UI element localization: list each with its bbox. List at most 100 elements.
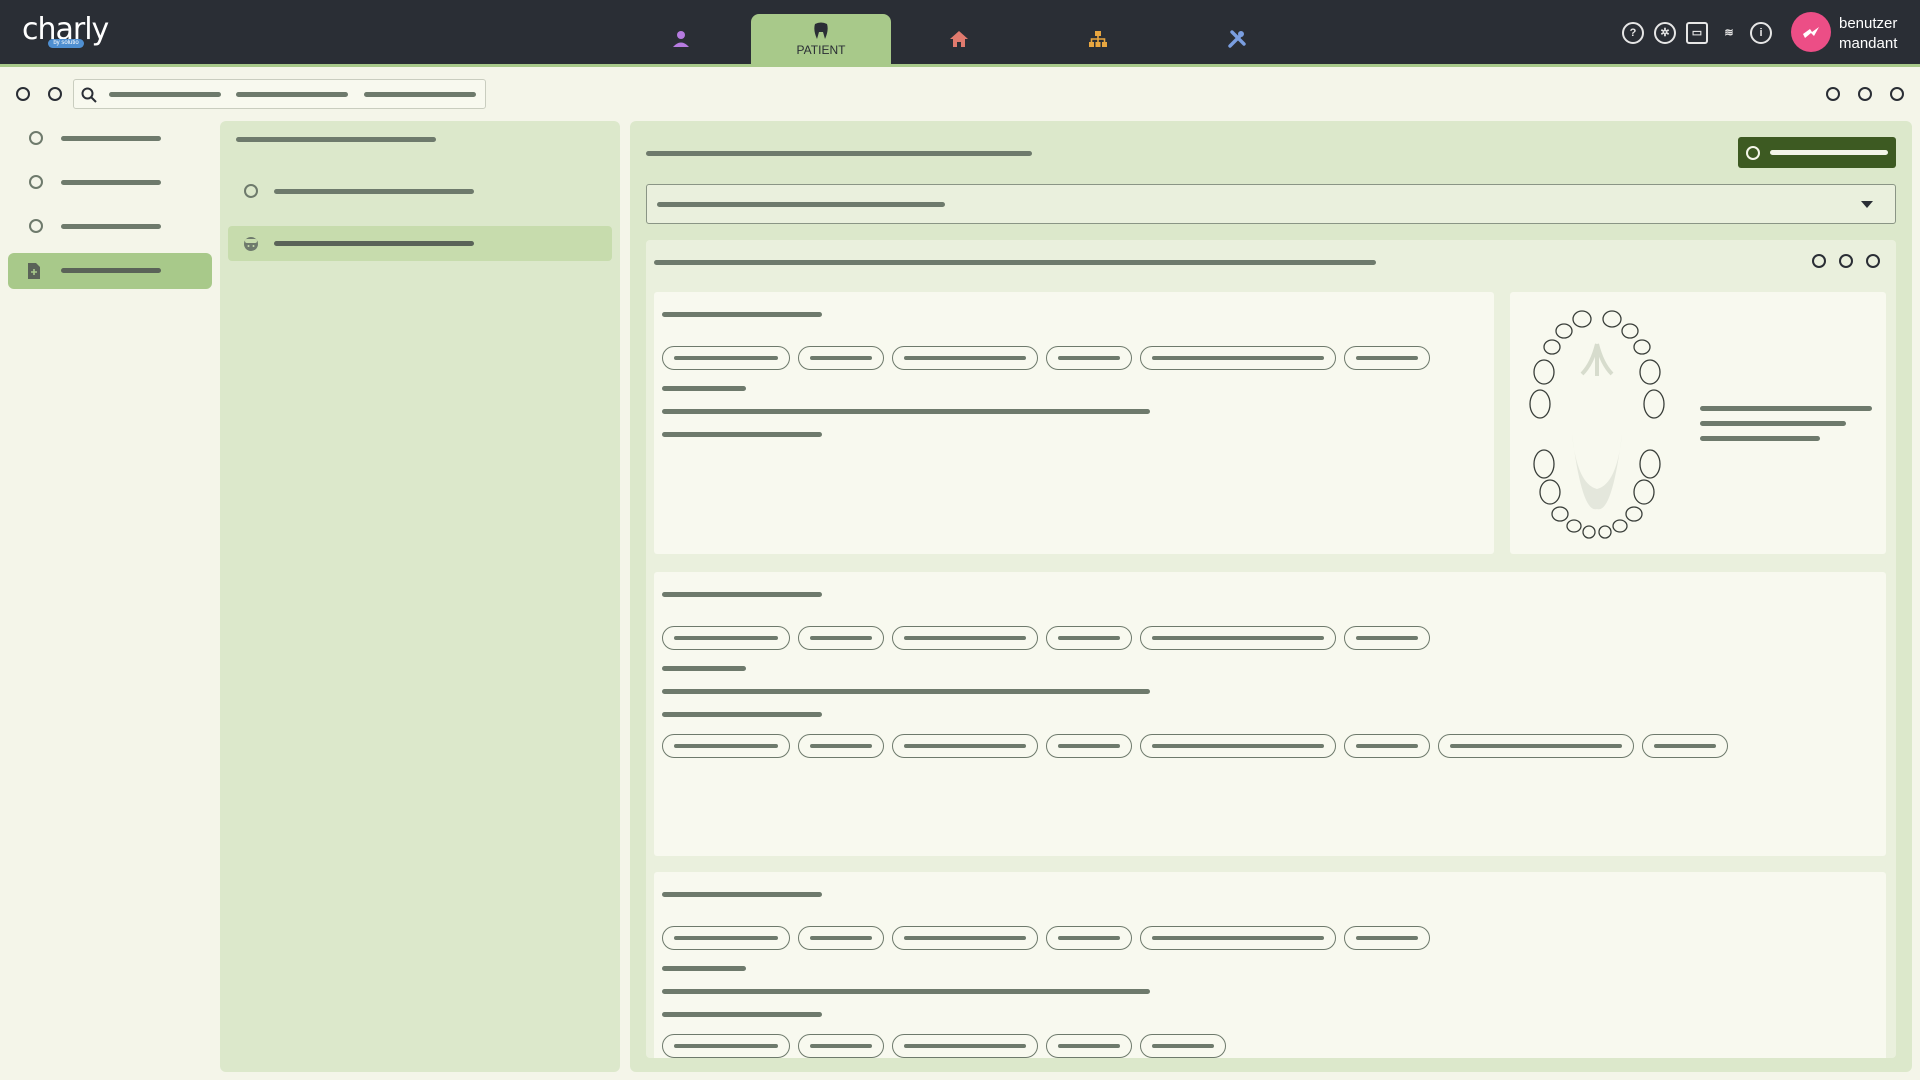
tag-chip[interactable] (1140, 1034, 1226, 1058)
back-button[interactable] (16, 87, 30, 101)
tab-patient-label: PATIENT (796, 42, 846, 57)
help-icon[interactable]: ? (1622, 22, 1644, 44)
tab-home[interactable] (889, 14, 1029, 64)
finding-card (654, 572, 1886, 856)
section-title (654, 260, 1376, 265)
section-action-button[interactable] (1812, 254, 1826, 268)
findings-section (646, 240, 1896, 1058)
tag-chip[interactable] (1344, 346, 1430, 370)
tooth-tool-icon (1803, 27, 1819, 38)
list-item-label (274, 241, 474, 246)
sidebar-item[interactable] (61, 136, 161, 141)
tag-chip[interactable] (1438, 734, 1634, 758)
sidebar-item[interactable] (61, 180, 161, 185)
action-button[interactable] (1858, 87, 1872, 101)
chart-legend-line (1700, 436, 1820, 441)
sidebar-item-label (61, 268, 161, 273)
card-text-line (662, 409, 1150, 414)
settings-icon[interactable]: ✲ (1654, 22, 1676, 44)
dropdown-value (657, 202, 945, 207)
search-placeholder-part (236, 92, 348, 97)
chart-legend-line (1700, 406, 1872, 411)
sidebar-item[interactable] (61, 224, 161, 229)
tab-org[interactable] (1028, 14, 1168, 64)
tag-chip[interactable] (892, 346, 1038, 370)
user-info[interactable]: benutzer mandant (1839, 14, 1897, 54)
tag-chip[interactable] (798, 346, 884, 370)
tag-chip[interactable] (892, 1034, 1038, 1058)
card-text-line (662, 432, 822, 437)
list-item-icon (244, 184, 258, 198)
main-title (646, 151, 1032, 156)
list-item-active[interactable] (228, 226, 612, 261)
dental-chart-diagram[interactable] (1522, 304, 1672, 544)
tag-chip[interactable] (892, 626, 1038, 650)
card-title (662, 892, 822, 897)
info-icon[interactable]: i (1750, 22, 1772, 44)
handshake-icon[interactable]: ≋ (1718, 22, 1740, 44)
list-panel-title (236, 137, 436, 142)
action-button[interactable] (1826, 87, 1840, 101)
tag-chip[interactable] (662, 346, 790, 370)
person-icon (673, 31, 689, 47)
patient-face-icon (244, 237, 258, 251)
user-tenant: mandant (1839, 35, 1898, 52)
tag-chip[interactable] (1344, 926, 1430, 950)
card-icon[interactable]: ▭ (1686, 22, 1708, 44)
card-title (662, 592, 822, 597)
tag-chip[interactable] (1344, 626, 1430, 650)
tag-chip[interactable] (798, 626, 884, 650)
card-text-line (662, 989, 1150, 994)
search-input[interactable] (73, 79, 486, 109)
tag-chip[interactable] (1140, 926, 1336, 950)
tag-chip[interactable] (662, 926, 790, 950)
dental-chart-card (1510, 292, 1886, 554)
tag-chip[interactable] (1046, 1034, 1132, 1058)
tag-chip[interactable] (798, 1034, 884, 1058)
tag-chip[interactable] (1046, 626, 1132, 650)
selection-dropdown[interactable] (646, 184, 1896, 224)
card-text-line (662, 689, 1150, 694)
action-button[interactable] (1890, 87, 1904, 101)
tag-chip[interactable] (662, 626, 790, 650)
document-icon (28, 263, 40, 279)
list-item[interactable] (274, 189, 474, 194)
home-icon (950, 31, 968, 47)
forward-button[interactable] (48, 87, 62, 101)
card-text-line (662, 966, 746, 971)
tag-chip[interactable] (1344, 734, 1430, 758)
chevron-down-icon (1861, 201, 1873, 208)
org-chart-icon (1089, 31, 1107, 47)
section-action-button[interactable] (1866, 254, 1880, 268)
finding-card (654, 872, 1886, 1058)
primary-action-button[interactable] (1738, 137, 1896, 168)
tag-chip[interactable] (798, 734, 884, 758)
sidebar-item-icon (29, 175, 43, 189)
tag-chip[interactable] (1140, 626, 1336, 650)
tag-chip[interactable] (1140, 734, 1336, 758)
tag-chip[interactable] (662, 1034, 790, 1058)
sidebar-item-icon (29, 131, 43, 145)
tag-chip[interactable] (662, 734, 790, 758)
section-action-button[interactable] (1839, 254, 1853, 268)
sidebar-item-active[interactable] (8, 253, 212, 289)
card-title (662, 312, 822, 317)
chart-legend-line (1700, 421, 1846, 426)
tag-chip[interactable] (892, 734, 1038, 758)
tools-icon (1228, 30, 1246, 48)
tag-chip[interactable] (1046, 926, 1132, 950)
list-panel (220, 121, 620, 1072)
tab-person[interactable] (611, 14, 751, 64)
tag-chip[interactable] (1642, 734, 1728, 758)
tag-chip[interactable] (892, 926, 1038, 950)
card-text-line (662, 386, 746, 391)
avatar[interactable] (1791, 12, 1831, 52)
search-placeholder-part (109, 92, 221, 97)
tag-chip[interactable] (1046, 734, 1132, 758)
tag-chip[interactable] (1046, 346, 1132, 370)
finding-card (654, 292, 1494, 554)
tag-chip[interactable] (1140, 346, 1336, 370)
tab-tools[interactable] (1167, 14, 1307, 64)
tab-patient[interactable]: PATIENT (751, 14, 891, 64)
tag-chip[interactable] (798, 926, 884, 950)
